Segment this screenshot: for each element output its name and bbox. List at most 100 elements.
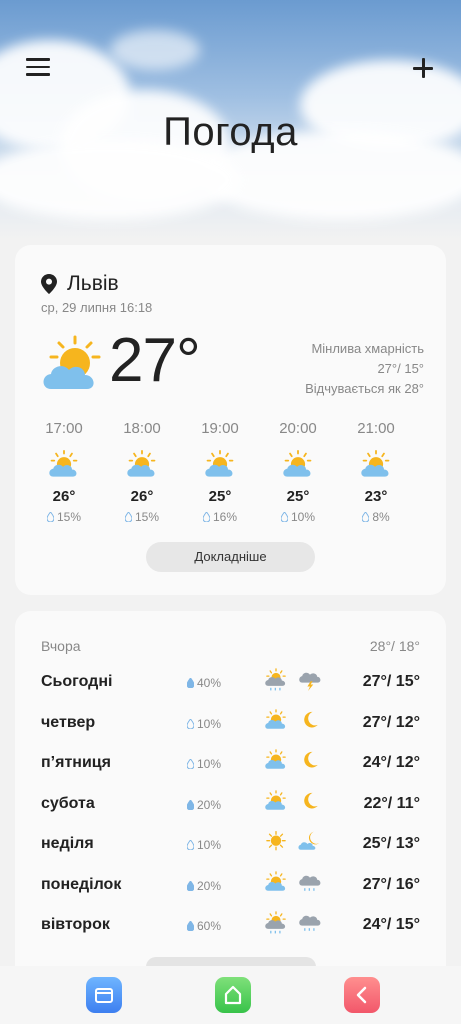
day-precip: 60% <box>187 919 221 933</box>
recent-apps-icon <box>95 988 113 1003</box>
back-button[interactable] <box>344 977 380 1013</box>
daily-row[interactable]: четвер 10% 27°/ 12° <box>15 708 446 753</box>
hamburger-icon <box>26 58 50 61</box>
current-temperature: 27° <box>109 326 201 395</box>
precipitation-drop-icon <box>187 799 194 810</box>
hourly-precip-value: 10% <box>290 510 316 524</box>
condition-summary: Мінлива хмарність 27°/ 15° Відчувається … <box>305 339 424 399</box>
location-name: Львів <box>67 272 119 295</box>
day-precip: 10% <box>187 838 221 852</box>
precipitation-drop-icon <box>124 512 132 522</box>
moon-cloud-icon <box>297 829 323 855</box>
hourly-precip-value: 15% <box>56 510 82 524</box>
day-name: понеділок <box>41 875 122 893</box>
precipitation-drop-icon <box>362 512 370 522</box>
moon-icon <box>297 708 323 734</box>
hourly-precip: 15% <box>25 510 103 524</box>
daily-forecast-card: Вчора 28°/ 18° Сьогодні 40% 27°/ 15° четвер… <box>15 611 446 971</box>
partly-sunny-icon <box>263 789 289 815</box>
day-temps: 22°/ 11° <box>363 794 420 812</box>
precipitation-drop-icon <box>187 921 194 931</box>
hourly-time: 21:00 <box>357 420 395 437</box>
day-precip-value: 10% <box>197 716 222 731</box>
day-name: субота <box>41 794 95 812</box>
day-name: неділя <box>41 835 94 852</box>
day-precip: 10% <box>187 717 221 731</box>
daily-row[interactable]: неділя 10% 25°/ 13° <box>15 830 446 874</box>
partly-sunny-icon <box>43 335 101 389</box>
precipitation-drop-icon <box>187 840 194 850</box>
partly-sunny-icon <box>280 450 316 482</box>
precipitation-drop-icon <box>187 678 194 688</box>
precipitation-drop-icon <box>280 512 288 522</box>
hourly-precip-value: 8% <box>372 510 390 524</box>
sun-icon <box>263 829 289 855</box>
day-temps: 27°/ 15° <box>362 673 420 690</box>
recent-apps-button[interactable] <box>86 977 122 1013</box>
hourly-precip-value: 15% <box>134 510 160 524</box>
hourly-item: 17:00 26° 15% <box>25 420 103 524</box>
current-datetime: ср, 29 липня 16:18 <box>41 300 153 315</box>
day-temps: 27°/ 12° <box>362 713 420 731</box>
hourly-item: 19:00 25° 16% <box>181 420 259 524</box>
hamburger-line <box>26 73 50 76</box>
home-button[interactable] <box>215 977 251 1013</box>
yesterday-temps: 28°/ 18° <box>369 638 420 654</box>
sun-rain-icon <box>263 910 289 936</box>
details-button[interactable]: Докладніше <box>146 542 315 572</box>
day-precip: 20% <box>187 879 221 893</box>
moon-icon <box>297 748 323 774</box>
daily-row[interactable]: понеділок 20% 27°/ 16° <box>15 870 446 915</box>
current-weather-card[interactable]: Львів ср, 29 липня 16:18 27° Мінлива хма… <box>15 245 446 595</box>
partly-sunny-icon <box>263 870 289 896</box>
hourly-precip: 8% <box>337 510 415 524</box>
hourly-temp: 25° <box>286 488 310 505</box>
day-precip-value: 10% <box>197 838 222 852</box>
precipitation-drop-icon <box>187 759 194 769</box>
location-row[interactable]: Львів <box>41 272 119 296</box>
hourly-item: 21:00 23° 8% <box>337 420 415 524</box>
home-icon <box>224 985 242 1005</box>
day-name: Сьогодні <box>41 673 113 690</box>
menu-button[interactable] <box>26 58 50 80</box>
thunderstorm-icon <box>297 667 323 693</box>
precipitation-drop-icon <box>187 880 194 891</box>
rain-cloud-icon <box>297 870 323 896</box>
daily-row[interactable]: вівторок 60% 24°/ 15° <box>15 911 446 955</box>
hourly-time: 18:00 <box>123 420 161 437</box>
day-temps: 24°/ 15° <box>362 916 420 933</box>
day-precip: 40% <box>187 676 221 690</box>
precipitation-drop-icon <box>46 512 54 522</box>
hamburger-line <box>26 65 50 68</box>
hourly-precip: 15% <box>103 510 181 524</box>
day-name: четвер <box>41 713 96 731</box>
sun-rain-icon <box>263 667 289 693</box>
day-name: п’ятниця <box>41 754 111 771</box>
back-icon <box>356 986 367 1004</box>
day-precip: 20% <box>187 798 221 812</box>
hourly-time: 17:00 <box>45 420 83 437</box>
location-pin-icon <box>41 274 57 294</box>
daily-row[interactable]: субота 20% 22°/ 11° <box>15 789 446 834</box>
hourly-time: 19:00 <box>201 420 239 437</box>
hourly-time: 20:00 <box>279 420 317 437</box>
day-precip-value: 20% <box>197 797 222 812</box>
hourly-item: 18:00 26° 15% <box>103 420 181 524</box>
day-name: вівторок <box>41 916 110 933</box>
hourly-forecast[interactable]: 17:00 26° 15% 18:00 26° 15% 19:00 25° 16% 20:00 25… <box>25 420 436 524</box>
day-temps: 24°/ 12° <box>362 754 420 771</box>
partly-sunny-icon <box>263 748 289 774</box>
daily-list: Сьогодні 40% 27°/ 15° четвер 10% 27°/ 12° п’ят… <box>15 668 446 955</box>
day-precip-value: 10% <box>197 757 222 771</box>
day-precip-value: 20% <box>197 878 222 893</box>
precipitation-drop-icon <box>187 718 194 729</box>
moon-icon <box>297 789 323 815</box>
day-temps: 25°/ 13° <box>362 835 420 852</box>
daily-row[interactable]: п’ятниця 10% 24°/ 12° <box>15 749 446 793</box>
condition-text: Мінлива хмарність <box>311 341 424 356</box>
feels-like: Відчувається як 28° <box>305 381 424 396</box>
daily-row[interactable]: Сьогодні 40% 27°/ 15° <box>15 668 446 712</box>
add-location-button[interactable] <box>411 56 435 80</box>
hourly-precip: 16% <box>181 510 259 524</box>
hourly-temp: 23° <box>364 488 388 505</box>
